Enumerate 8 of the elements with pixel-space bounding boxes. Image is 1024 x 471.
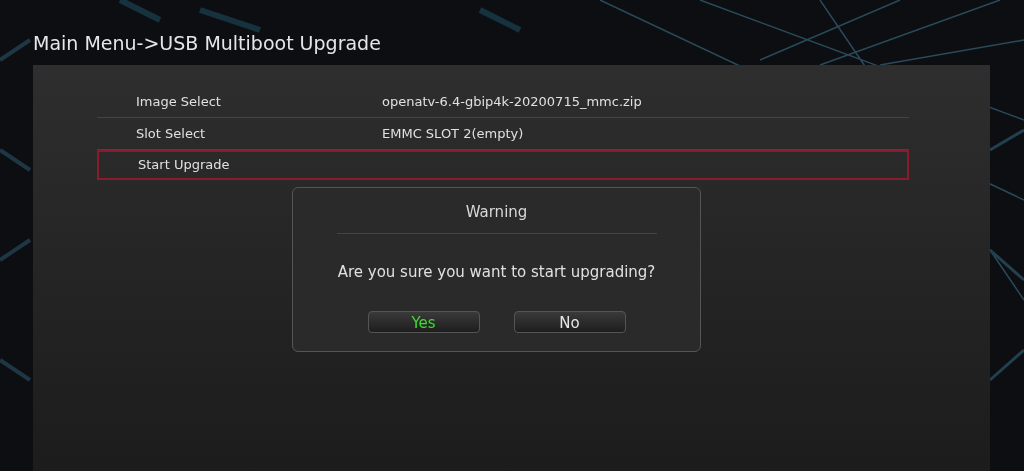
dialog-message: Are you sure you want to start upgrading? (337, 261, 656, 283)
screen-title: Main Menu->USB Multiboot Upgrade (33, 31, 382, 56)
menu-row[interactable]: Slot Select EMMC SLOT 2(empty) (97, 118, 909, 150)
menu-row[interactable]: Start Upgrade (97, 150, 909, 180)
dialog-title: Warning (465, 202, 528, 223)
dialog-button[interactable]: No (513, 311, 626, 333)
menu-row[interactable]: Image Select openatv-6.4-gbip4k-20200715_mmc.zip (97, 86, 909, 118)
dialog-button[interactable]: Yes (367, 311, 480, 333)
